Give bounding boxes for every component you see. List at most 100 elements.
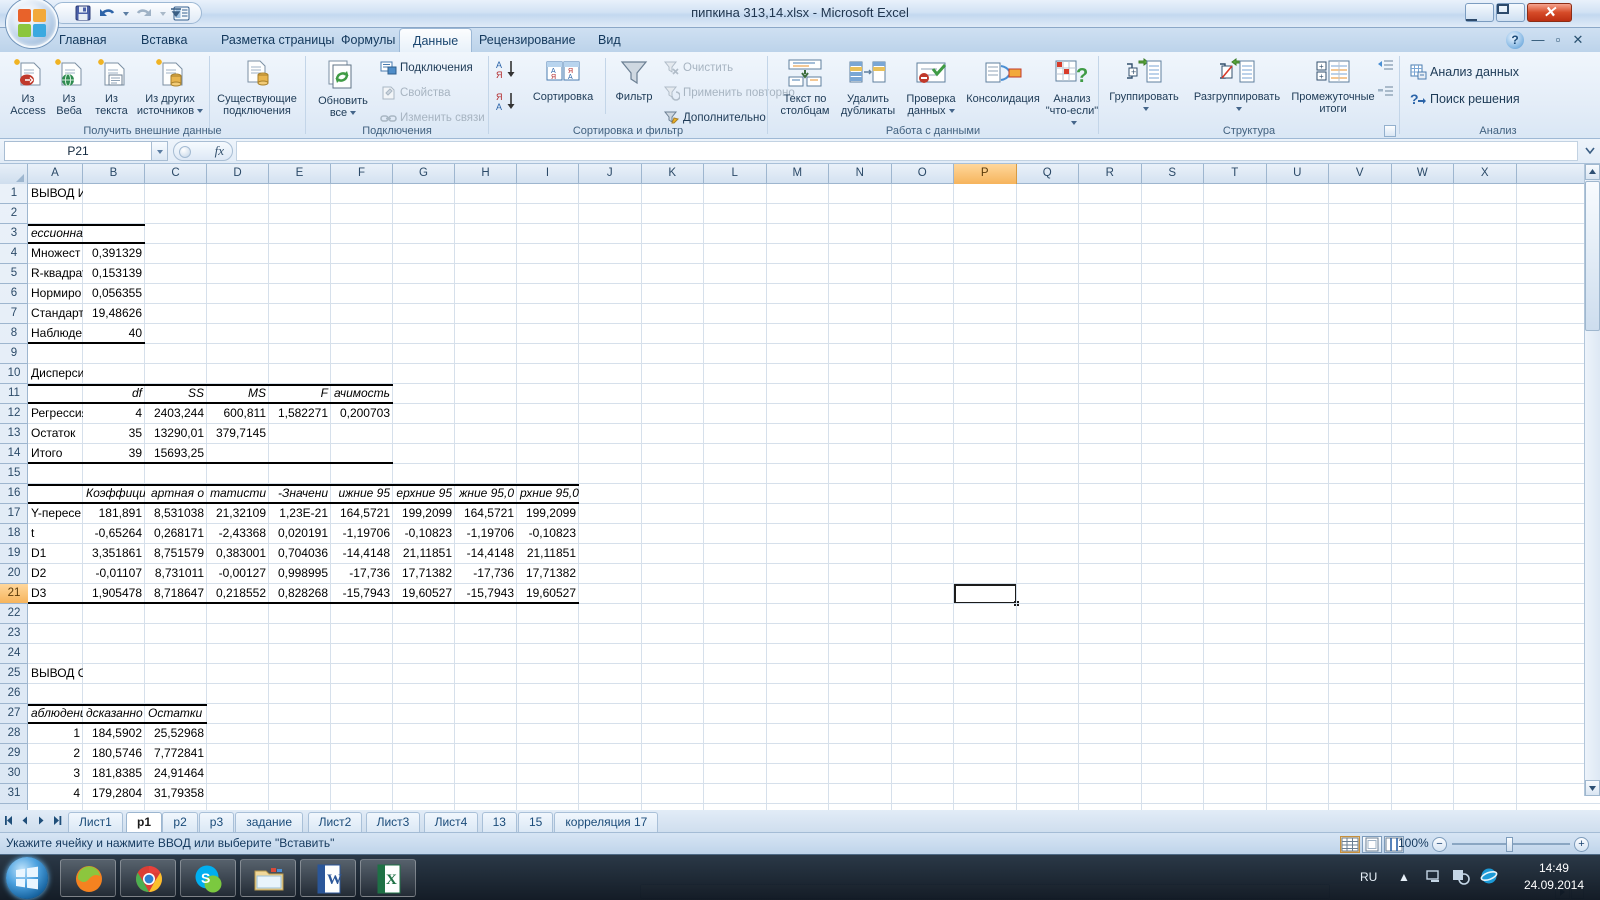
window-close-small-icon[interactable]: ✕: [1570, 33, 1586, 48]
cell-A28[interactable]: 1: [28, 724, 83, 744]
cell-A19[interactable]: D1: [28, 544, 83, 564]
cell-C13[interactable]: 13290,01: [145, 424, 207, 444]
column-header-L[interactable]: L: [704, 164, 767, 184]
tab-vstavka[interactable]: Вставка: [128, 28, 200, 52]
sheet-tab-p2[interactable]: p2: [162, 812, 198, 832]
cell-I18[interactable]: -0,10823: [517, 524, 579, 544]
row-header-12[interactable]: 12: [0, 404, 28, 424]
row-header-2[interactable]: 2: [0, 204, 28, 224]
cell-I19[interactable]: 21,11851: [517, 544, 579, 564]
properties-button[interactable]: Свойства: [378, 83, 451, 103]
cell-I16[interactable]: рхние 95,0%: [517, 484, 579, 504]
scroll-down-button[interactable]: [1585, 780, 1600, 796]
column-header-M[interactable]: M: [767, 164, 829, 184]
cell-D11[interactable]: MS: [207, 384, 269, 404]
previous-sheet-icon[interactable]: [18, 813, 32, 828]
row-header-20[interactable]: 20: [0, 564, 28, 584]
column-header-C[interactable]: C: [145, 164, 207, 184]
row-header-3[interactable]: 3: [0, 224, 28, 244]
text-to-columns-button[interactable]: Текст по столбцам: [774, 58, 836, 117]
cell-G19[interactable]: 21,11851: [393, 544, 455, 564]
cell-B4[interactable]: 0,391329: [83, 244, 145, 264]
row-header-5[interactable]: 5: [0, 264, 28, 284]
cell-A5[interactable]: R-квадрат: [28, 264, 83, 284]
maximize-button[interactable]: [1496, 3, 1525, 22]
zoom-level-label[interactable]: 100%: [1398, 836, 1429, 850]
cell-C21[interactable]: 8,718647: [145, 584, 207, 604]
cell-C19[interactable]: 8,751579: [145, 544, 207, 564]
cell-B21[interactable]: 1,905478: [83, 584, 145, 604]
column-header-N[interactable]: N: [829, 164, 892, 184]
taskbar-item-word[interactable]: W: [300, 859, 356, 897]
cancel-enter-icon[interactable]: [179, 146, 191, 158]
sort-za-button[interactable]: Я А: [493, 90, 521, 114]
sheet-tab-15[interactable]: 15: [518, 812, 554, 832]
tab-retsenzirovanie[interactable]: Рецензирование: [466, 28, 589, 52]
cell-B11[interactable]: df: [83, 384, 145, 404]
row-header-14[interactable]: 14: [0, 444, 28, 464]
cell-F11[interactable]: ачимость F: [331, 384, 393, 404]
cell-F21[interactable]: -15,7943: [331, 584, 393, 604]
data-validation-button[interactable]: Проверка данных: [900, 58, 962, 117]
language-indicator[interactable]: RU: [1360, 870, 1377, 884]
vertical-scrollbar[interactable]: [1584, 164, 1600, 796]
cell-E11[interactable]: F: [269, 384, 331, 404]
column-header-R[interactable]: R: [1079, 164, 1142, 184]
cell-A8[interactable]: Наблюде: [28, 324, 83, 344]
column-header-X[interactable]: X: [1454, 164, 1517, 184]
cell-D21[interactable]: 0,218552: [207, 584, 269, 604]
column-header-P[interactable]: P: [954, 164, 1017, 184]
cell-A4[interactable]: Множест: [28, 244, 83, 264]
cell-A21[interactable]: D3: [28, 584, 83, 604]
cell-E12[interactable]: 1,582271: [269, 404, 331, 424]
sort-button[interactable]: А Я Я А Сортировка: [524, 58, 602, 103]
cell-C30[interactable]: 24,91464: [145, 764, 207, 784]
cell-A27[interactable]: аблюдени: [28, 704, 83, 724]
cell-D20[interactable]: -0,00127: [207, 564, 269, 584]
cell-E20[interactable]: 0,998995: [269, 564, 331, 584]
row-header-26[interactable]: 26: [0, 684, 28, 704]
save-icon[interactable]: [73, 4, 93, 23]
cell-A14[interactable]: Итого: [28, 444, 83, 464]
redo-icon[interactable]: [134, 4, 154, 23]
cell-C17[interactable]: 8,531038: [145, 504, 207, 524]
expand-formula-bar-icon[interactable]: [1583, 144, 1597, 159]
column-header-F[interactable]: F: [331, 164, 393, 184]
cell-A7[interactable]: Стандарт: [28, 304, 83, 324]
clear-filter-button[interactable]: Очистить: [661, 58, 733, 78]
cell-B12[interactable]: 4: [83, 404, 145, 424]
cell-I17[interactable]: 199,2099: [517, 504, 579, 524]
cell-G17[interactable]: 199,2099: [393, 504, 455, 524]
column-header-A[interactable]: A: [28, 164, 83, 184]
cell-D12[interactable]: 600,811: [207, 404, 269, 424]
first-sheet-icon[interactable]: [2, 813, 16, 828]
existing-connections-button[interactable]: Существующие подключения: [213, 58, 301, 117]
from-other-sources-button[interactable]: Из других источников: [134, 58, 206, 117]
cell-A30[interactable]: 3: [28, 764, 83, 784]
sheet-tab-лист3[interactable]: Лист3: [365, 812, 421, 832]
column-header-W[interactable]: W: [1392, 164, 1454, 184]
cell-B31[interactable]: 179,2804: [83, 784, 145, 804]
row-header-18[interactable]: 18: [0, 524, 28, 544]
network-icon[interactable]: [1425, 867, 1443, 888]
cell-B20[interactable]: -0,01107: [83, 564, 145, 584]
cell-H18[interactable]: -1,19706: [455, 524, 517, 544]
cell-F16[interactable]: ижние 95: [331, 484, 393, 504]
cell-E16[interactable]: -Значени: [269, 484, 331, 504]
connections-button[interactable]: Подключения: [378, 58, 473, 78]
from-text-button[interactable]: Из текста: [89, 58, 134, 117]
solver-button[interactable]: ? Поиск решения: [1408, 89, 1520, 109]
cell-D13[interactable]: 379,7145: [207, 424, 269, 444]
row-header-22[interactable]: 22: [0, 604, 28, 624]
cell-A17[interactable]: Y-пересе: [28, 504, 83, 524]
row-header-8[interactable]: 8: [0, 324, 28, 344]
cell-C29[interactable]: 7,772841: [145, 744, 207, 764]
tab-vid[interactable]: Вид: [585, 28, 634, 52]
normal-view-button[interactable]: [1340, 836, 1360, 853]
cell-C14[interactable]: 15693,25: [145, 444, 207, 464]
column-header-V[interactable]: V: [1329, 164, 1392, 184]
action-center-icon[interactable]: [1452, 867, 1470, 888]
column-header-G[interactable]: G: [393, 164, 455, 184]
cell-G16[interactable]: ерхние 95: [393, 484, 455, 504]
cell-D18[interactable]: -2,43368: [207, 524, 269, 544]
